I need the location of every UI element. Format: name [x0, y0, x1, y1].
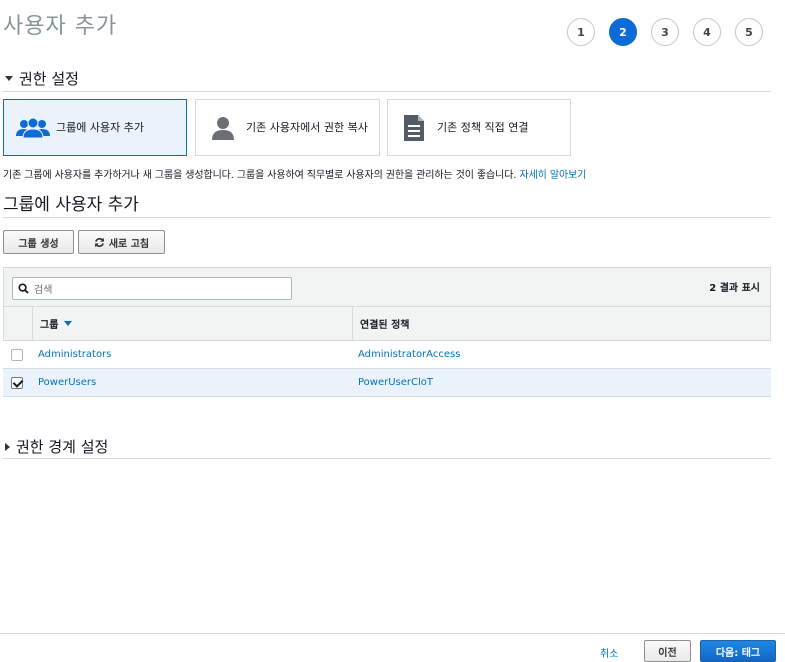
group-link[interactable]: Administrators: [38, 349, 111, 360]
permissions-section-toggle[interactable]: 권한 설정: [5, 68, 79, 89]
column-divider: [32, 307, 33, 340]
search-input[interactable]: 검색: [12, 277, 292, 300]
option-attach-policy[interactable]: 기존 정책 직접 연결: [387, 99, 571, 156]
column-header-label: 그룹: [40, 320, 59, 331]
refresh-button[interactable]: 새로 고침: [78, 230, 165, 254]
boundary-section-toggle[interactable]: 권한 경계 설정: [5, 436, 108, 457]
option-label: 기존 정책 직접 연결: [437, 121, 529, 134]
refresh-label: 새로 고침: [108, 238, 150, 250]
search-icon: [18, 283, 29, 294]
policy-link[interactable]: AdministratorAccess: [358, 349, 460, 360]
column-header-policy[interactable]: 연결된 정책: [360, 316, 409, 331]
learn-more-link[interactable]: 자세히 알아보기: [519, 170, 586, 181]
result-count: 2 결과 표시: [709, 283, 760, 294]
refresh-icon: [94, 237, 104, 247]
step-1[interactable]: 1: [567, 18, 595, 46]
page-title: 사용자 추가: [3, 14, 118, 39]
step-4[interactable]: 4: [693, 18, 721, 46]
row-checkbox-checked[interactable]: [11, 376, 23, 389]
next-button[interactable]: 다음: 태그: [700, 640, 776, 662]
divider: [3, 458, 771, 459]
policy-link[interactable]: PowerUserCloT: [358, 377, 433, 388]
search-placeholder: 검색: [34, 285, 53, 296]
row-checkbox[interactable]: [11, 348, 23, 361]
option-label: 기존 사용자에서 권한 복사: [246, 121, 368, 134]
permissions-heading: 권한 설정: [19, 70, 79, 88]
sort-desc-icon: [64, 321, 73, 326]
table-header: 그룹 연결된 정책: [3, 307, 771, 341]
step-5[interactable]: 5: [735, 18, 763, 46]
step-3[interactable]: 3: [651, 18, 679, 46]
permissions-info: 기존 그룹에 사용자를 추가하거나 새 그룹을 생성합니다. 그룹을 사용하여 …: [3, 166, 586, 181]
info-text: 기존 그룹에 사용자를 추가하거나 새 그룹을 생성합니다. 그룹을 사용하여 …: [3, 170, 517, 181]
previous-button[interactable]: 이전: [644, 640, 691, 662]
document-icon: [404, 114, 424, 141]
group-link[interactable]: PowerUsers: [38, 377, 96, 388]
table-toolbar: 검색 2 결과 표시: [3, 267, 771, 307]
groups-table: 검색 2 결과 표시 그룹 연결된 정책 Administrators Admi…: [3, 267, 771, 397]
caret-right-icon: [5, 442, 10, 451]
step-indicator: 1 2 3 4 5: [567, 18, 763, 46]
divider: [3, 217, 771, 218]
option-copy-permissions[interactable]: 기존 사용자에서 권한 복사: [195, 99, 380, 156]
table-row[interactable]: PowerUsers PowerUserCloT: [3, 369, 771, 397]
option-label: 그룹에 사용자 추가: [56, 121, 144, 134]
column-divider: [352, 307, 353, 340]
users-group-icon: [16, 117, 50, 138]
user-icon: [212, 116, 234, 140]
table-row[interactable]: Administrators AdministratorAccess: [3, 341, 771, 369]
footer-divider: [0, 633, 785, 634]
caret-down-icon: [5, 76, 13, 81]
create-group-button[interactable]: 그룹 생성: [3, 230, 74, 254]
option-add-to-group[interactable]: 그룹에 사용자 추가: [3, 99, 187, 156]
boundary-heading: 권한 경계 설정: [16, 438, 109, 456]
column-header-group[interactable]: 그룹: [40, 316, 73, 331]
divider: [3, 91, 771, 92]
step-2-active[interactable]: 2: [609, 18, 637, 46]
create-group-label: 그룹 생성: [18, 238, 59, 250]
cancel-link[interactable]: 취소: [600, 645, 618, 660]
group-section-title: 그룹에 사용자 추가: [3, 195, 139, 215]
